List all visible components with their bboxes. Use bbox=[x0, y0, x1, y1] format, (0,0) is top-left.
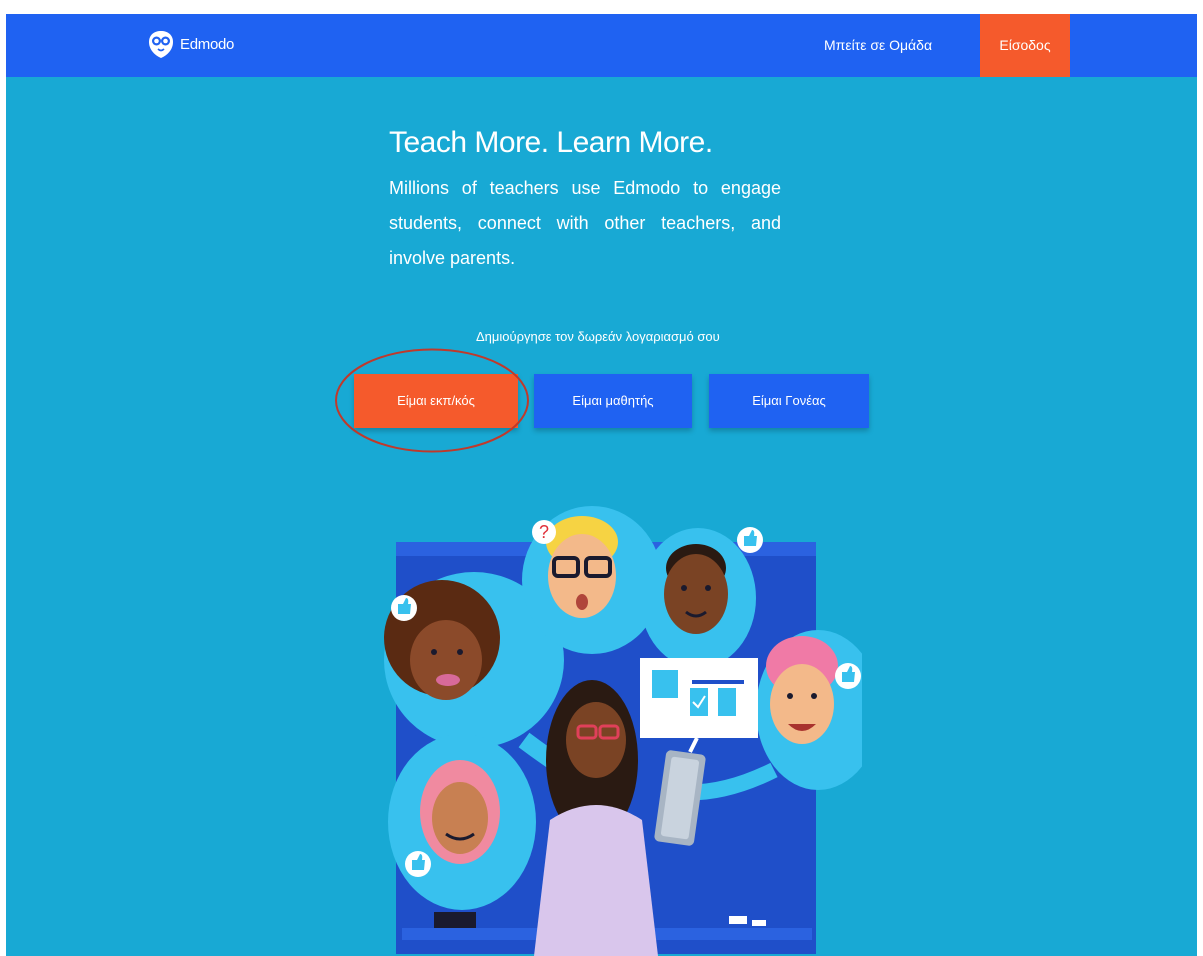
top-navbar: Edmodo Μπείτε σε Ομάδα Είσοδος bbox=[6, 14, 1197, 77]
brand-name: Edmodo bbox=[180, 35, 235, 53]
hero-title: Teach More. Learn More. bbox=[389, 126, 713, 159]
join-group-link[interactable]: Μπείτε σε Ομάδα bbox=[824, 14, 932, 77]
thumbs-up-icon bbox=[391, 595, 417, 621]
landing-page: Edmodo Μπείτε σε Ομάδα Είσοδος Teach Mor… bbox=[6, 14, 1197, 956]
brand-link[interactable]: Edmodo bbox=[148, 26, 234, 62]
thumbs-up-icon bbox=[405, 851, 431, 877]
teacher-body bbox=[534, 805, 658, 956]
thumbs-up-icon bbox=[737, 527, 763, 553]
login-button[interactable]: Είσοδος bbox=[980, 14, 1070, 77]
svg-text:?: ? bbox=[539, 522, 549, 542]
hero-description: Millions of teachers use Edmodo to engag… bbox=[389, 178, 781, 268]
student-signup-button[interactable]: Είμαι μαθητής bbox=[534, 374, 692, 428]
parent-signup-button[interactable]: Είμαι Γονέας bbox=[709, 374, 869, 428]
signup-label: Δημιούργησε τον δωρεάν λογαριασμό σου bbox=[476, 329, 720, 344]
hero-illustration: ? bbox=[384, 506, 862, 956]
thumbs-up-icon bbox=[835, 663, 861, 689]
owl-logo-icon bbox=[149, 31, 173, 58]
teacher-signup-button[interactable]: Είμαι εκπ/κός bbox=[354, 374, 518, 428]
